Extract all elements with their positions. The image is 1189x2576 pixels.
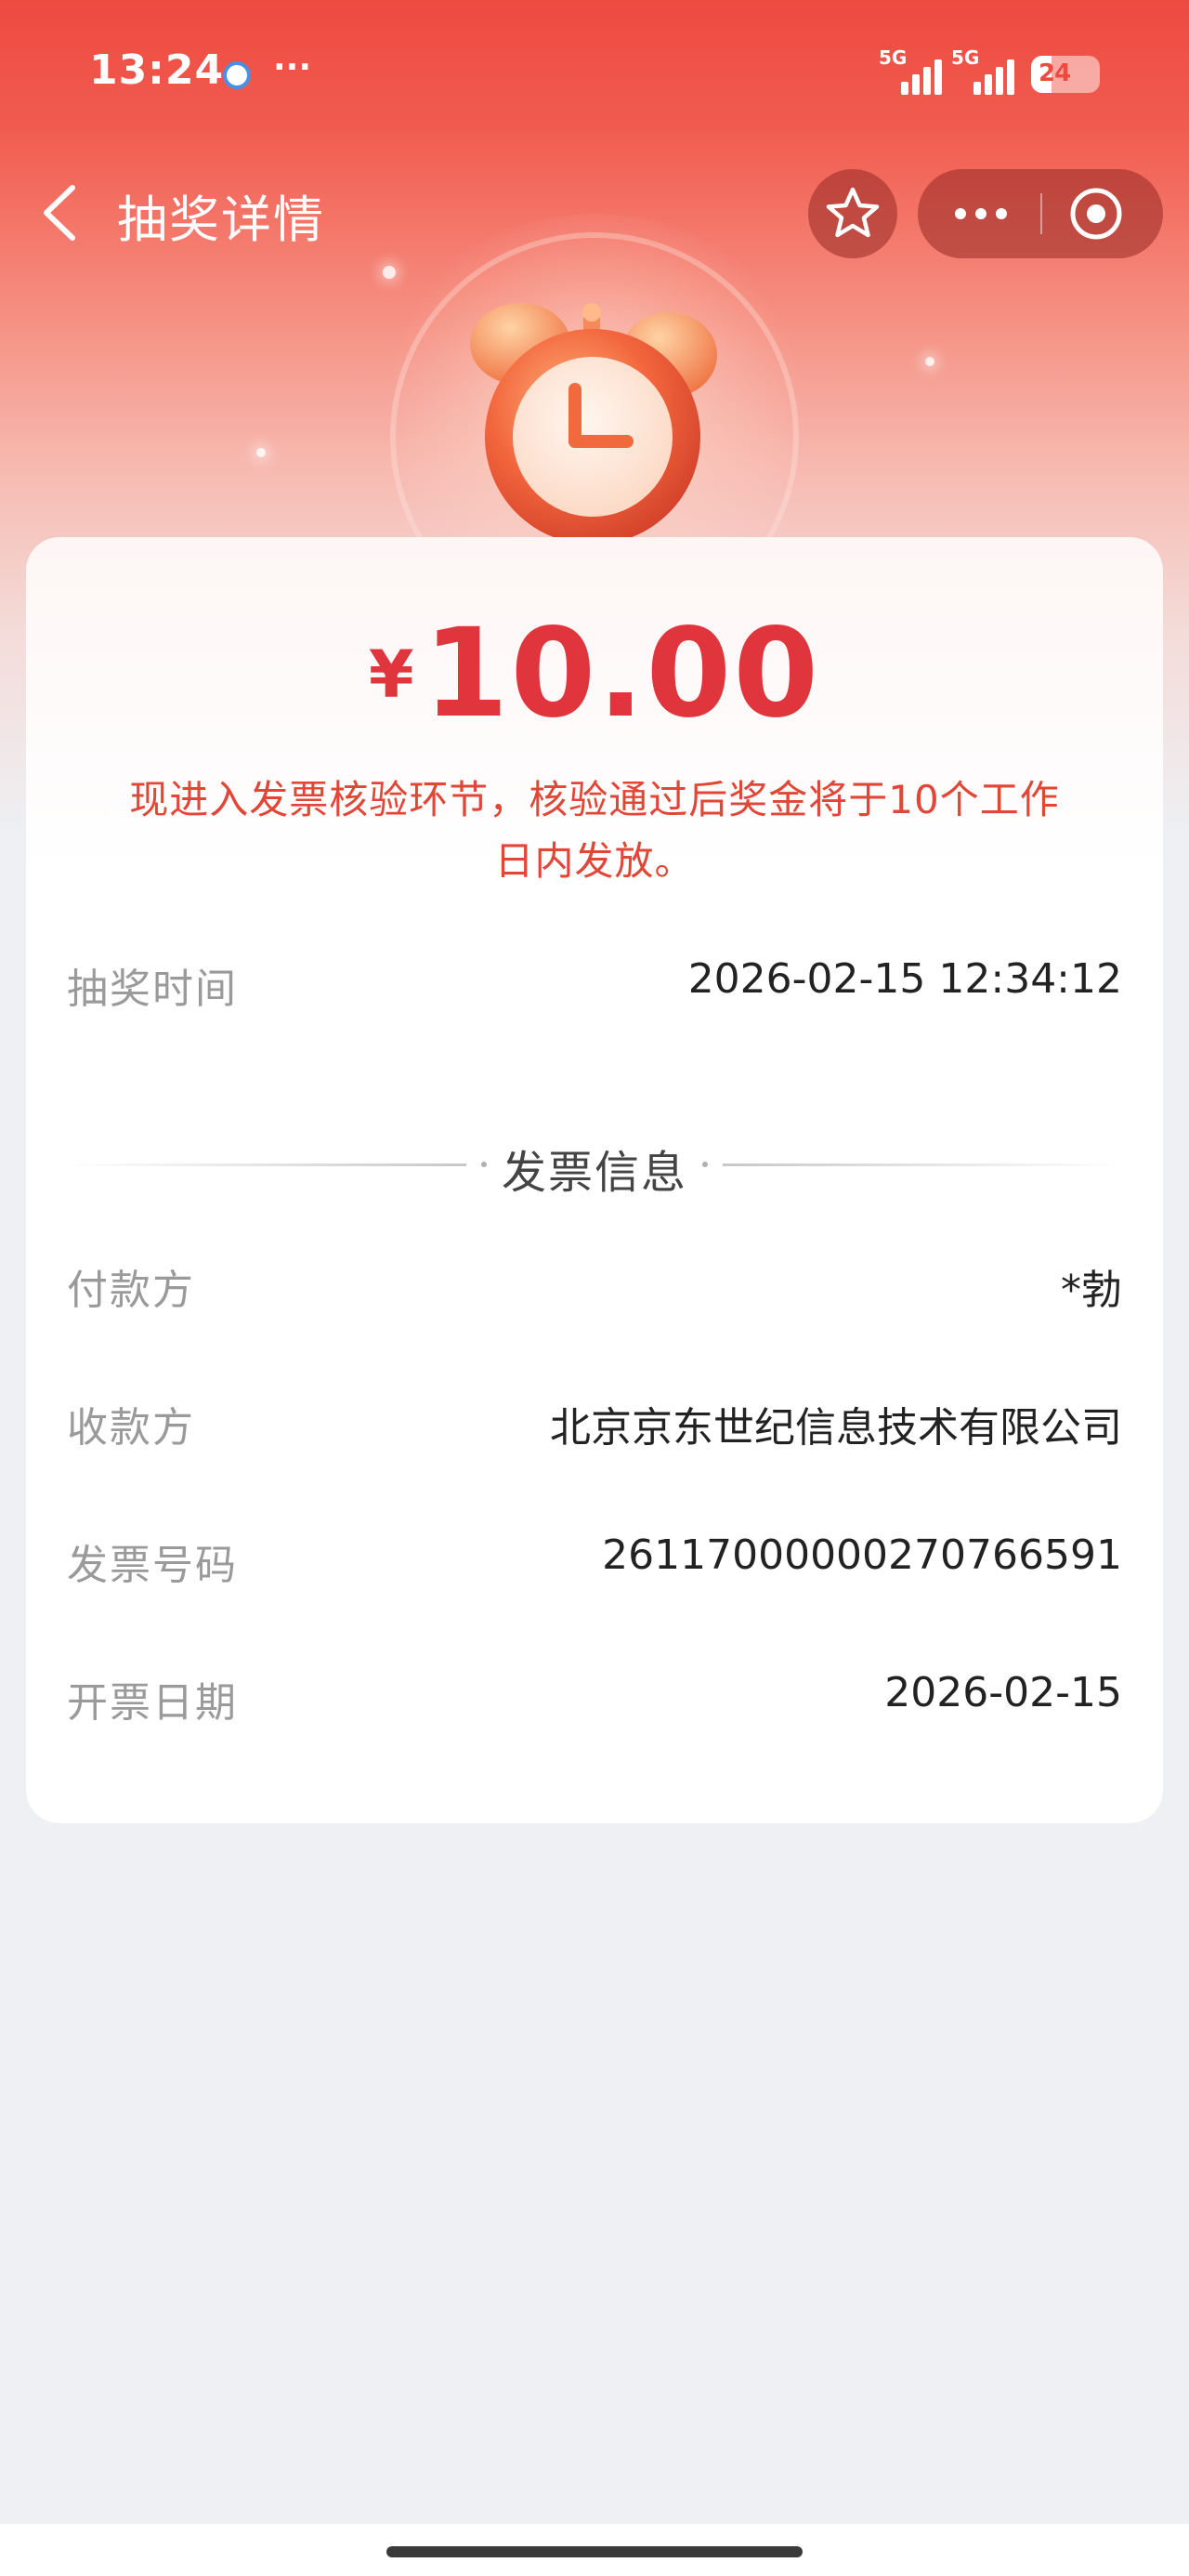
signal-5g-label: 5G: [951, 46, 980, 69]
prize-notice: 现进入发票核验环节，核验通过后奖金将于10个工作日内发放。: [129, 777, 1060, 884]
favorite-button[interactable]: [808, 169, 897, 258]
sparkle-decoration: [383, 266, 396, 279]
prize-amount: ¥10.00: [26, 602, 1163, 745]
payee-label: 收款方: [67, 1404, 195, 1452]
star-icon: [826, 187, 880, 238]
invoice-date-row: 开票日期 2026-02-15: [67, 1669, 1122, 1734]
mini-program-capsule: [918, 169, 1163, 258]
signal-5g-label: 5G: [879, 46, 908, 69]
payee-value: 北京京东世纪信息技术有限公司: [550, 1404, 1122, 1452]
draw-time-value: 2026-02-15 12:34:12: [687, 955, 1122, 1003]
invoice-date-value: 2026-02-15: [884, 1669, 1122, 1716]
prize-amount-value: 10.00: [423, 602, 821, 745]
signal-5g-icon: 5G: [951, 46, 1026, 95]
status-bar: 13:24 ··· 5G 5G 24: [0, 0, 1189, 149]
sparkle-decoration: [256, 448, 266, 457]
status-time: 13:24: [89, 46, 225, 94]
home-indicator[interactable]: [386, 2546, 803, 2557]
signal-5g-icon: 5G: [879, 46, 953, 95]
currency-symbol: ¥: [368, 637, 414, 713]
page-title: 抽奖详情: [117, 191, 325, 249]
invoice-section-title: 发票信息: [501, 1147, 687, 1199]
sparkle-decoration: [925, 357, 934, 366]
divider-line: [723, 1163, 1122, 1166]
more-notifications-icon: ···: [273, 48, 312, 86]
draw-time-label: 抽奖时间: [67, 966, 238, 1013]
battery-level: 24: [1039, 59, 1071, 87]
close-miniprogram-icon[interactable]: [1068, 186, 1124, 242]
divider-dot: [702, 1162, 708, 1167]
invoice-date-label: 开票日期: [67, 1679, 238, 1727]
invoice-number-label: 发票号码: [67, 1542, 238, 1589]
more-options-icon[interactable]: [951, 195, 1011, 232]
invoice-number-row: 发票号码 26117000000270766591: [67, 1531, 1122, 1597]
prize-detail-card: ¥10.00 现进入发票核验环节，核验通过后奖金将于10个工作日内发放。 抽奖时…: [26, 537, 1163, 1823]
battery-icon: 24: [1031, 56, 1100, 93]
payer-row: 付款方 *勃: [67, 1256, 1122, 1321]
payee-row: 收款方 北京京东世纪信息技术有限公司: [67, 1394, 1122, 1459]
alarm-clock-icon: [470, 303, 717, 545]
back-button[interactable]: [37, 182, 84, 243]
payer-label: 付款方: [67, 1267, 195, 1314]
notification-app-icon: [223, 61, 251, 89]
invoice-number-value: 26117000000270766591: [602, 1531, 1122, 1579]
chevron-left-icon: [44, 185, 75, 241]
payer-value: *勃: [1061, 1267, 1122, 1314]
invoice-section-header: 发票信息: [67, 1132, 1122, 1199]
capsule-divider: [1040, 193, 1042, 234]
draw-time-row: 抽奖时间 2026-02-15 12:34:12: [67, 955, 1122, 1020]
